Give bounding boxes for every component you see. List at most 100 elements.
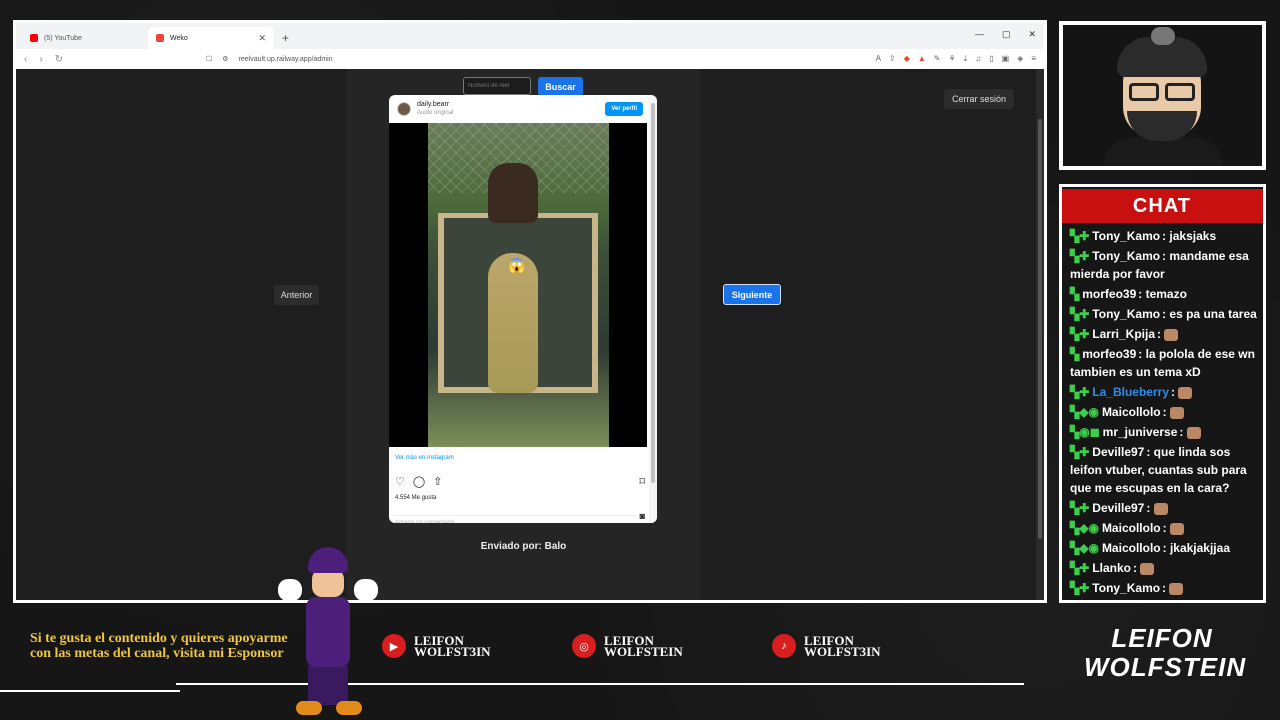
waluigi-shoe-left — [296, 701, 322, 715]
youtube-icon: ▶ — [382, 634, 406, 658]
share-icon[interactable]: ⇪ — [889, 54, 896, 64]
back-icon[interactable]: ‹ — [24, 54, 27, 65]
chat-message: ▚✚ La_Blueberry: — [1070, 383, 1259, 401]
instagram-actions: ♡ ◯ ⇧ — [395, 475, 442, 488]
waluigi-face — [312, 569, 344, 597]
heart-icon[interactable]: ♡ — [395, 475, 405, 488]
social-instagram[interactable]: ◎ LEIFON WOLFSTEIN — [572, 634, 683, 658]
view-more-link[interactable]: Ver más en Instagram — [395, 455, 454, 461]
chat-user: Tony_Kamo — [1092, 249, 1161, 263]
comment-icon[interactable]: ◯ — [413, 475, 425, 488]
brave-rewards-icon[interactable]: ▲ — [918, 54, 926, 64]
save-bookmark-icon[interactable]: ⌑ — [639, 475, 645, 488]
next-button[interactable]: Siguiente — [723, 284, 781, 305]
download-icon[interactable]: ⤓ — [964, 54, 968, 64]
badge-icon: ▚◆◉ — [1070, 541, 1099, 555]
close-window-icon[interactable]: ✕ — [1028, 29, 1036, 40]
forward-icon[interactable]: › — [39, 54, 42, 65]
chat-user: Maicollolo — [1101, 541, 1161, 555]
chat-user: Tony_Kamo — [1092, 581, 1161, 595]
chat-text: : — [1171, 385, 1175, 399]
menu-icon[interactable]: ≡ — [1031, 54, 1036, 64]
wallet-icon[interactable]: ▣ — [1002, 54, 1010, 64]
translate-icon[interactable]: A — [876, 54, 881, 64]
reload-icon[interactable]: ↻ — [55, 54, 63, 65]
chat-user: Maicollolo — [1101, 521, 1161, 535]
logout-button[interactable]: Cerrar sesión — [944, 89, 1014, 109]
previous-button[interactable]: Anterior — [274, 285, 319, 305]
emote-icon — [1140, 562, 1155, 575]
instagram-video[interactable]: 😱 — [389, 123, 647, 447]
chat-user: Maicollolo — [1101, 405, 1161, 419]
waluigi-shoe-right — [336, 701, 362, 715]
chat-user: Deville97 — [1092, 501, 1145, 515]
site-info-icon[interactable]: ⚙ — [222, 55, 228, 63]
page-scrollbar[interactable] — [1036, 69, 1044, 600]
emote-icon — [1164, 328, 1179, 341]
close-tab-icon[interactable]: ✕ — [258, 33, 266, 44]
maximize-icon[interactable]: ▢ — [1002, 29, 1011, 40]
chat-message: ▚✚ Deville97: que linda sos leifon vtuber… — [1070, 443, 1259, 497]
puzzle-icon[interactable]: ⚘ — [948, 54, 955, 64]
tiktok-icon: ♪ — [772, 634, 796, 658]
badge-icon: ▚ — [1070, 287, 1080, 301]
sent-by-label: Enviado por: Balo — [480, 541, 567, 552]
tab-label: (5) YouTube — [44, 34, 82, 42]
share-icon[interactable]: ⇧ — [433, 475, 442, 488]
avatar-shirt — [1103, 137, 1223, 166]
social-line2: WOLFST3IN — [414, 644, 491, 659]
chat-text: : es pa una tarea — [1162, 307, 1257, 321]
avatar[interactable] — [397, 102, 411, 116]
url-field[interactable]: reelvault.up.railway.app/admin — [239, 56, 333, 63]
comment-input[interactable]: Agrega un comentario... — [395, 515, 635, 523]
chat-message: ▚✚ Tony_Kamo: mandame esa mierda por favo… — [1070, 247, 1259, 283]
search-button[interactable]: Buscar — [538, 77, 583, 96]
brave-shield-icon[interactable]: ◆ — [904, 54, 910, 64]
badge-icon: ▚✚ — [1070, 561, 1090, 575]
avatar-cat — [1151, 27, 1175, 45]
emote-icon — [1178, 386, 1193, 399]
music-icon[interactable]: ♫ — [975, 54, 981, 64]
badge-icon: ▚◆◉ — [1070, 405, 1099, 419]
chat-panel: CHAT ▚✚ Tony_Kamo: jaksjaks ▚✚ Tony_Kamo: … — [1059, 184, 1266, 603]
new-tab-button[interactable]: + — [274, 27, 297, 49]
browser-window: (5) YouTube Weko ✕ + — ▢ ✕ ‹ › ↻ ☐ ⚙ ree… — [13, 20, 1047, 603]
chat-message: ▚ morfeo39: la polola de ese wn tambien e… — [1070, 345, 1259, 381]
badge-icon: ▚✚ — [1070, 229, 1090, 243]
social-youtube[interactable]: ▶ LEIFON WOLFST3IN — [382, 634, 491, 658]
reel-number-input[interactable] — [463, 77, 531, 95]
badge-icon: ▚◆◉ — [1070, 521, 1099, 535]
chat-message: ▚◉◼ mr_juniverse: — [1070, 423, 1259, 441]
address-bar: ‹ › ↻ ☐ ⚙ reelvault.up.railway.app/admin… — [16, 49, 1044, 69]
minimize-icon[interactable]: — — [975, 29, 984, 40]
youtube-icon — [30, 34, 38, 42]
chat-messages: ▚✚ Tony_Kamo: jaksjaks ▚✚ Tony_Kamo: manda… — [1070, 227, 1259, 599]
view-profile-button[interactable]: Ver perfil — [605, 102, 643, 116]
waluigi-hat — [308, 547, 348, 573]
chat-user: morfeo39 — [1082, 287, 1137, 301]
extension-icon[interactable]: ✎ — [934, 54, 941, 64]
badge-icon: ▚✚ — [1070, 307, 1090, 321]
chat-header: CHAT — [1062, 189, 1263, 223]
scared-emoji-icon: 😱 — [508, 257, 526, 273]
weko-icon — [156, 34, 164, 42]
badge-icon: ▚✚ — [1070, 327, 1090, 341]
sidebar-icon[interactable]: ▯ — [989, 54, 993, 64]
tab-weko[interactable]: Weko ✕ — [148, 27, 274, 49]
vpn-icon[interactable]: ◈ — [1017, 54, 1023, 64]
waluigi-glove-right — [354, 579, 378, 601]
avatar-glasses — [1129, 83, 1195, 101]
embed-scrollbar[interactable] — [649, 95, 657, 523]
instagram-username[interactable]: daily.bearr — [417, 101, 453, 109]
chat-text: : temazo — [1138, 287, 1187, 301]
tab-youtube[interactable]: (5) YouTube — [22, 27, 148, 49]
crocodile — [488, 253, 538, 393]
chat-message: ▚✚ Llanko: — [1070, 559, 1259, 577]
chat-user: Tony_Kamo — [1092, 307, 1161, 321]
chat-title: CHAT — [1133, 194, 1192, 217]
social-line2: WOLFST3IN — [804, 644, 881, 659]
social-tiktok[interactable]: ♪ LEIFON WOLFST3IN — [772, 634, 881, 658]
bookmark-icon[interactable]: ☐ — [206, 55, 212, 63]
badge-icon: ▚◉◼ — [1070, 425, 1100, 439]
instagram-icon[interactable]: ◙ — [640, 511, 645, 521]
